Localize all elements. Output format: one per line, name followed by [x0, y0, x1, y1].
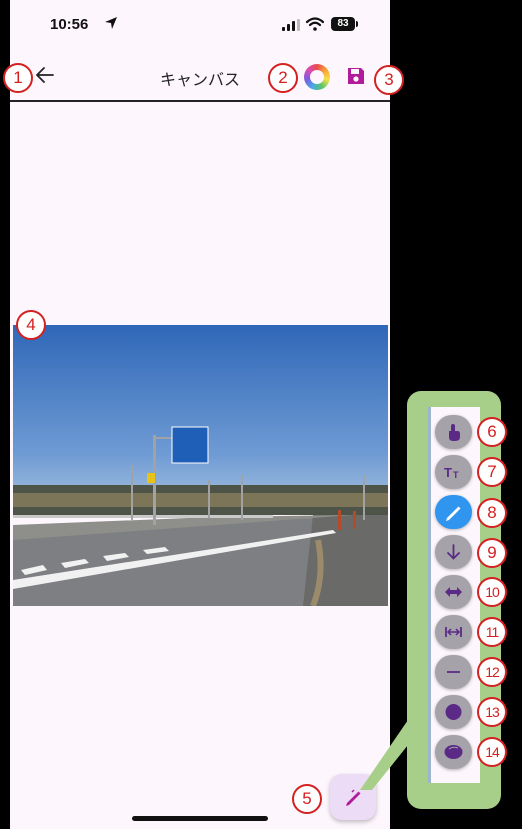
- ellipse-tool-button[interactable]: [435, 735, 472, 769]
- status-bar: 10:56 83: [10, 0, 390, 52]
- save-icon[interactable]: [346, 66, 366, 86]
- home-indicator: [132, 816, 268, 821]
- status-time: 10:56: [50, 16, 89, 33]
- annotation-marker: 8: [477, 498, 507, 528]
- location-arrow-icon: [105, 17, 117, 29]
- annotation-marker: 1: [3, 63, 33, 93]
- annotation-marker: 11: [477, 617, 507, 647]
- battery-indicator: 83: [331, 17, 358, 31]
- cellular-signal-icon: [282, 19, 300, 31]
- tap-hand-icon: [449, 424, 460, 441]
- annotation-marker: 13: [477, 697, 507, 727]
- annotation-marker: 2: [268, 63, 298, 93]
- circle-icon: [445, 704, 462, 720]
- annotation-marker: 3: [374, 65, 404, 95]
- annotation-marker: 7: [477, 457, 507, 487]
- annotation-marker: 14: [477, 737, 507, 767]
- annotation-marker: 6: [477, 417, 507, 447]
- color-palette-icon: [310, 70, 324, 84]
- annotation-marker: 9: [477, 538, 507, 568]
- wifi-icon: [306, 17, 324, 31]
- page-title: キャンバス: [159, 70, 240, 89]
- dimension-tool-button[interactable]: [435, 615, 472, 649]
- line-tool-button[interactable]: [435, 655, 472, 689]
- double-arrow-icon: [445, 587, 462, 597]
- annotation-marker: 12: [477, 657, 507, 687]
- line-icon: [447, 671, 460, 673]
- double-arrow-tool-button[interactable]: [435, 575, 472, 609]
- circle-tool-button[interactable]: [435, 695, 472, 729]
- text-tool-button[interactable]: T T: [435, 455, 472, 489]
- annotation-marker: 4: [16, 310, 46, 340]
- arrow-tool-button[interactable]: [435, 535, 472, 569]
- pen-icon: [346, 789, 361, 806]
- app-bar: キャンバス: [10, 52, 390, 102]
- svg-text:T: T: [444, 465, 452, 480]
- annotation-marker: 5: [292, 784, 322, 814]
- annotation-marker: 10: [477, 577, 507, 607]
- pen-icon: [446, 506, 461, 521]
- canvas-image[interactable]: [13, 325, 388, 606]
- phone-screen: 10:56 83 キャンバス: [10, 0, 390, 829]
- ellipse-icon: [444, 745, 463, 759]
- dimension-icon: [445, 627, 462, 637]
- arrow-down-icon: [447, 544, 460, 560]
- pen-tool-button[interactable]: [435, 495, 472, 529]
- svg-text:T: T: [453, 470, 459, 480]
- select-tool-button[interactable]: [435, 415, 472, 449]
- color-palette-button[interactable]: [304, 64, 330, 90]
- text-size-icon: T T: [444, 465, 459, 480]
- road-photo: [13, 325, 388, 606]
